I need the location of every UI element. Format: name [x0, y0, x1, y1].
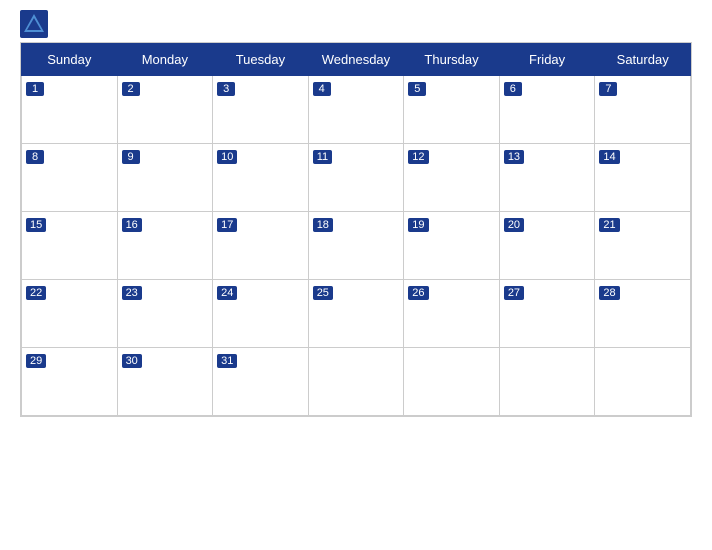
day-number: 11 — [313, 150, 332, 164]
day-number: 18 — [313, 218, 333, 232]
calendar-cell: 27 — [499, 280, 595, 348]
calendar-cell: 16 — [117, 212, 213, 280]
week-row-5: 29 30 31 — [22, 348, 691, 416]
day-number: 19 — [408, 218, 428, 232]
calendar-cell: 29 — [22, 348, 118, 416]
day-number: 29 — [26, 354, 46, 368]
calendar-cell: 9 — [117, 144, 213, 212]
calendar-cell: 14 — [595, 144, 691, 212]
week-row-2: 8 9 10 11 12 13 14 — [22, 144, 691, 212]
day-header-sunday: Sunday — [22, 44, 118, 76]
day-number: 24 — [217, 286, 237, 300]
calendar-cell: 24 — [213, 280, 309, 348]
day-number: 5 — [408, 82, 426, 96]
calendar-cell: 17 — [213, 212, 309, 280]
day-number: 2 — [122, 82, 140, 96]
calendar-cell: 19 — [404, 212, 500, 280]
day-number: 4 — [313, 82, 331, 96]
day-number: 20 — [504, 218, 524, 232]
calendar-body: 1234567891011121314151617181920212223242… — [22, 76, 691, 416]
day-number: 25 — [313, 286, 333, 300]
day-header-monday: Monday — [117, 44, 213, 76]
day-number: 23 — [122, 286, 142, 300]
day-header-saturday: Saturday — [595, 44, 691, 76]
calendar-cell: 8 — [22, 144, 118, 212]
calendar-cell: 25 — [308, 280, 404, 348]
week-row-3: 15 16 17 18 19 20 21 — [22, 212, 691, 280]
calendar-cell — [499, 348, 595, 416]
day-number: 7 — [599, 82, 617, 96]
calendar-cell: 23 — [117, 280, 213, 348]
day-number: 30 — [122, 354, 142, 368]
day-number: 21 — [599, 218, 619, 232]
calendar-cell: 6 — [499, 76, 595, 144]
day-number: 8 — [26, 150, 44, 164]
day-header-friday: Friday — [499, 44, 595, 76]
day-number: 28 — [599, 286, 619, 300]
calendar-table-container: SundayMondayTuesdayWednesdayThursdayFrid… — [20, 42, 692, 417]
day-number: 9 — [122, 150, 140, 164]
calendar-cell: 11 — [308, 144, 404, 212]
calendar-cell: 3 — [213, 76, 309, 144]
day-number: 6 — [504, 82, 522, 96]
days-of-week-row: SundayMondayTuesdayWednesdayThursdayFrid… — [22, 44, 691, 76]
calendar-cell — [404, 348, 500, 416]
calendar-cell: 20 — [499, 212, 595, 280]
calendar-table: SundayMondayTuesdayWednesdayThursdayFrid… — [21, 43, 691, 416]
day-number: 26 — [408, 286, 428, 300]
day-number: 13 — [504, 150, 524, 164]
calendar-cell: 4 — [308, 76, 404, 144]
calendar-header-row: SundayMondayTuesdayWednesdayThursdayFrid… — [22, 44, 691, 76]
calendar-cell: 7 — [595, 76, 691, 144]
calendar-cell: 18 — [308, 212, 404, 280]
calendar-cell: 10 — [213, 144, 309, 212]
day-number: 15 — [26, 218, 46, 232]
logo-area — [20, 10, 52, 38]
calendar-cell: 15 — [22, 212, 118, 280]
calendar-cell: 26 — [404, 280, 500, 348]
calendar-cell: 5 — [404, 76, 500, 144]
day-number: 12 — [408, 150, 428, 164]
day-number: 27 — [504, 286, 524, 300]
day-number: 17 — [217, 218, 237, 232]
day-number: 16 — [122, 218, 142, 232]
calendar-cell: 1 — [22, 76, 118, 144]
day-header-wednesday: Wednesday — [308, 44, 404, 76]
calendar-header — [20, 10, 692, 38]
day-number: 1 — [26, 82, 44, 96]
week-row-1: 1 2 3 4 5 6 7 — [22, 76, 691, 144]
day-header-tuesday: Tuesday — [213, 44, 309, 76]
calendar-cell: 22 — [22, 280, 118, 348]
calendar-cell: 28 — [595, 280, 691, 348]
calendar-cell: 13 — [499, 144, 595, 212]
general-blue-logo-icon — [20, 10, 48, 38]
calendar-cell — [308, 348, 404, 416]
week-row-4: 22 23 24 25 26 27 28 — [22, 280, 691, 348]
calendar-cell: 30 — [117, 348, 213, 416]
day-number: 14 — [599, 150, 619, 164]
calendar-cell — [595, 348, 691, 416]
calendar-cell: 21 — [595, 212, 691, 280]
day-number: 31 — [217, 354, 237, 368]
day-number: 10 — [217, 150, 237, 164]
day-number: 3 — [217, 82, 235, 96]
calendar-cell: 31 — [213, 348, 309, 416]
day-number: 22 — [26, 286, 46, 300]
day-header-thursday: Thursday — [404, 44, 500, 76]
calendar-cell: 12 — [404, 144, 500, 212]
calendar-cell: 2 — [117, 76, 213, 144]
